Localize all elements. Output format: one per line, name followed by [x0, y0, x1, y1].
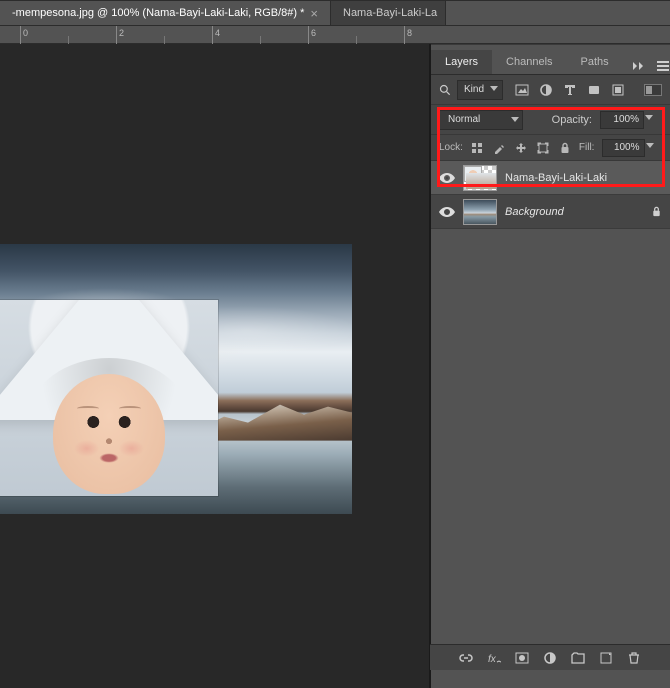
lock-icon: [651, 206, 662, 217]
delete-layer-icon[interactable]: [627, 651, 641, 665]
layer-mask-icon[interactable]: [515, 651, 529, 665]
svg-text:fx: fx: [488, 654, 497, 665]
tab-channels[interactable]: Channels: [492, 50, 566, 74]
lock-position-icon[interactable]: [515, 142, 527, 154]
adjustment-layer-icon[interactable]: [543, 651, 557, 665]
lock-paint-icon[interactable]: [493, 142, 505, 154]
chevron-down-icon: [490, 86, 498, 91]
filter-adjustment-icon[interactable]: [539, 83, 553, 97]
filter-smartobject-icon[interactable]: [611, 83, 625, 97]
document-tab-title: -mempesona.jpg @ 100% (Nama-Bayi-Laki-La…: [12, 7, 304, 19]
fill-label: Fill:: [579, 142, 595, 153]
layer-row[interactable]: Background: [431, 195, 670, 229]
layer-filter-row: Kind: [431, 75, 670, 105]
opacity-input[interactable]: 100%: [600, 111, 644, 129]
fill-value: 100%: [614, 142, 640, 153]
tab-paths[interactable]: Paths: [567, 50, 623, 74]
ruler-tick: 0: [23, 28, 28, 38]
panel-menu-icon[interactable]: [655, 58, 670, 74]
visibility-toggle[interactable]: [439, 173, 455, 183]
smart-object-layer-preview: [0, 300, 218, 496]
tab-layers[interactable]: Layers: [431, 50, 492, 74]
ruler-tick: 4: [215, 28, 220, 38]
horizontal-ruler: 0 2 4 6 8: [0, 26, 670, 44]
document-tab-inactive[interactable]: Nama-Bayi-Laki-La: [331, 1, 446, 25]
layer-style-icon[interactable]: fx: [487, 651, 501, 665]
ruler-tick: 2: [119, 28, 124, 38]
collapse-icon[interactable]: [631, 58, 647, 74]
group-icon[interactable]: [571, 651, 585, 665]
opacity-label: Opacity:: [552, 114, 592, 126]
filter-shape-icon[interactable]: [587, 83, 601, 97]
panel-tabs: Layers Channels Paths: [431, 44, 670, 74]
layers-panel-footer: fx: [430, 644, 670, 670]
lock-pixels-icon[interactable]: [471, 142, 483, 154]
layer-list: Nama-Bayi-Laki-Laki Background: [431, 161, 670, 229]
workspace: Layers Channels Paths Kind: [0, 44, 670, 688]
layer-thumbnail[interactable]: [463, 199, 497, 225]
filter-toggle[interactable]: [644, 84, 662, 96]
ruler-tick: 8: [407, 28, 412, 38]
chevron-down-icon: [511, 117, 519, 122]
blend-row: Normal Opacity: 100%: [431, 105, 670, 135]
lock-artboard-icon[interactable]: [537, 142, 549, 154]
lock-all-icon[interactable]: [559, 142, 571, 154]
canvas-area[interactable]: [0, 44, 430, 688]
filter-kind-select[interactable]: Kind: [457, 80, 503, 100]
lock-row: Lock: Fill: 100%: [431, 135, 670, 161]
blend-mode-value: Normal: [448, 114, 480, 125]
layer-row[interactable]: Nama-Bayi-Laki-Laki: [431, 161, 670, 195]
visibility-toggle[interactable]: [439, 207, 455, 217]
canvas[interactable]: [0, 244, 352, 514]
close-icon[interactable]: ×: [310, 6, 318, 21]
fill-input[interactable]: 100%: [602, 139, 644, 157]
layers-panel: Layers Channels Paths Kind: [430, 44, 670, 688]
filter-image-icon[interactable]: [515, 83, 529, 97]
blend-mode-select[interactable]: Normal: [439, 110, 523, 130]
document-tabs: -mempesona.jpg @ 100% (Nama-Bayi-Laki-La…: [0, 0, 670, 26]
link-layers-icon[interactable]: [459, 651, 473, 665]
filter-type-icon[interactable]: [563, 83, 577, 97]
layer-name[interactable]: Background: [505, 206, 643, 218]
layer-name[interactable]: Nama-Bayi-Laki-Laki: [505, 172, 662, 184]
search-icon[interactable]: [439, 84, 451, 96]
opacity-value: 100%: [613, 114, 639, 125]
layer-thumbnail[interactable]: [463, 165, 497, 191]
lock-label: Lock:: [439, 142, 463, 153]
ruler-tick: 6: [311, 28, 316, 38]
new-layer-icon[interactable]: [599, 651, 613, 665]
filter-kind-label: Kind: [464, 84, 484, 95]
document-tab-title: Nama-Bayi-Laki-La: [343, 7, 437, 19]
document-tab-active[interactable]: -mempesona.jpg @ 100% (Nama-Bayi-Laki-La…: [0, 1, 331, 25]
